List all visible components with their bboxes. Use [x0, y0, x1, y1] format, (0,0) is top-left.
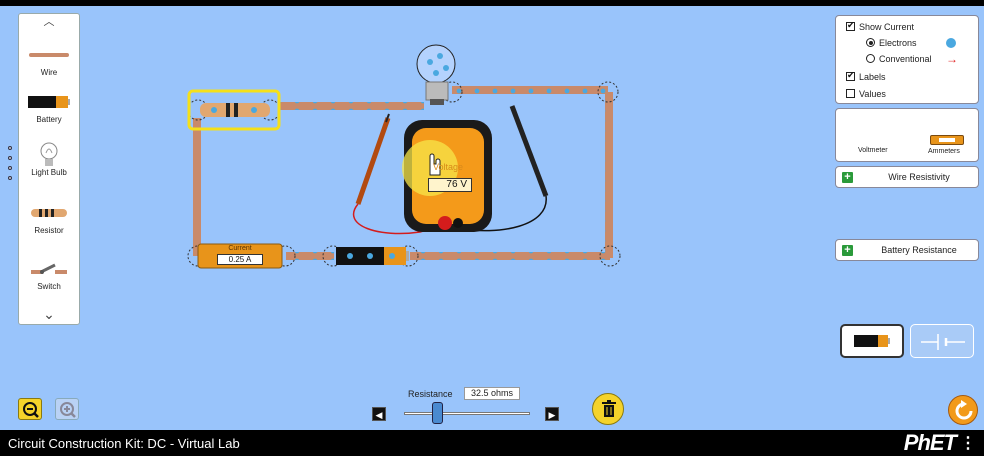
checkbox-icon	[846, 89, 855, 98]
labels-checkbox[interactable]: Labels	[846, 70, 886, 82]
radio-icon	[866, 38, 875, 47]
reset-icon	[955, 400, 973, 420]
resistance-increment-button[interactable]: ▶	[545, 407, 559, 421]
battery-resistance-accordion[interactable]: + Battery Resistance	[835, 239, 979, 261]
navigation-bar: Circuit Construction Kit: DC - Virtual L…	[0, 430, 984, 456]
resistor-component[interactable]	[187, 89, 281, 131]
resistance-decrement-button[interactable]: ◀	[372, 407, 386, 421]
voltmeter-title: Voltage	[432, 162, 464, 172]
resistance-label: Resistance	[408, 389, 453, 399]
values-checkbox[interactable]: Values	[846, 89, 886, 99]
menu-icon[interactable]: ⋮	[960, 433, 976, 453]
wire-bottom-middle[interactable]	[286, 252, 334, 260]
wire-right[interactable]	[605, 92, 613, 258]
labels-label: Labels	[859, 72, 886, 82]
resistance-slider-thumb[interactable]	[432, 402, 443, 424]
conventional-radio[interactable]: Conventional	[866, 54, 932, 64]
delete-button[interactable]	[592, 393, 624, 425]
zoom-out-button[interactable]	[18, 398, 42, 420]
schematic-view-button[interactable]	[910, 324, 974, 358]
reset-all-button[interactable]	[948, 395, 978, 425]
voltmeter-readout: 76 V	[428, 178, 472, 192]
ammeters-tool-label: Ammeters	[928, 148, 960, 155]
lifelike-view-button[interactable]	[840, 324, 904, 358]
ammeter-title: Current	[228, 245, 252, 252]
resistance-slider-track[interactable]	[404, 412, 530, 415]
ammeter-readout: 0.25 A	[217, 254, 263, 265]
wire-resistivity-accordion[interactable]: + Wire Resistivity	[835, 166, 979, 188]
battery-resistance-label: Battery Resistance	[881, 245, 957, 255]
checkbox-icon	[846, 20, 855, 31]
simulation-canvas: ︿ Wire Battery Light Bulb Resistor Switc…	[0, 6, 984, 430]
sim-title: Circuit Construction Kit: DC - Virtual L…	[8, 436, 240, 451]
resistance-value-display: 32.5 ohms	[464, 387, 520, 400]
wire-resistivity-label: Wire Resistivity	[888, 172, 950, 182]
trash-icon	[602, 400, 616, 417]
wire-top-left[interactable]	[278, 102, 424, 110]
sensor-toolbox: Voltmeter Ammeters	[835, 108, 979, 162]
voltmeter-tool-label: Voltmeter	[858, 147, 888, 154]
schematic-battery-icon	[921, 334, 965, 350]
electron-dot-icon	[946, 38, 956, 48]
ammeter-tool-icon[interactable]	[930, 135, 964, 145]
zoom-in-icon	[60, 402, 76, 418]
battery-icon	[854, 335, 890, 347]
conventional-label: Conventional	[879, 54, 932, 64]
plus-icon: +	[842, 172, 853, 183]
battery-component[interactable]	[336, 247, 409, 265]
arrow-right-icon: →	[946, 52, 958, 66]
plus-icon: +	[842, 245, 853, 256]
wire-bottom-right[interactable]	[410, 252, 610, 260]
wire-top-right[interactable]	[452, 86, 608, 94]
phet-logo[interactable]: PhET	[904, 430, 957, 456]
electrons-label: Electrons	[879, 38, 917, 48]
light-bulb-component[interactable]	[416, 44, 456, 105]
values-label: Values	[859, 89, 886, 99]
view-options-panel: Show Current Electrons Conventional → La…	[835, 15, 979, 104]
electrons-radio[interactable]: Electrons	[866, 38, 917, 48]
wire-left[interactable]	[193, 118, 201, 256]
zoom-in-button[interactable]	[55, 398, 79, 420]
show-current-checkbox[interactable]: Show Current	[846, 20, 915, 32]
radio-icon	[866, 54, 875, 63]
checkbox-icon	[846, 70, 855, 81]
zoom-out-icon	[23, 402, 39, 418]
show-current-label: Show Current	[859, 22, 915, 32]
